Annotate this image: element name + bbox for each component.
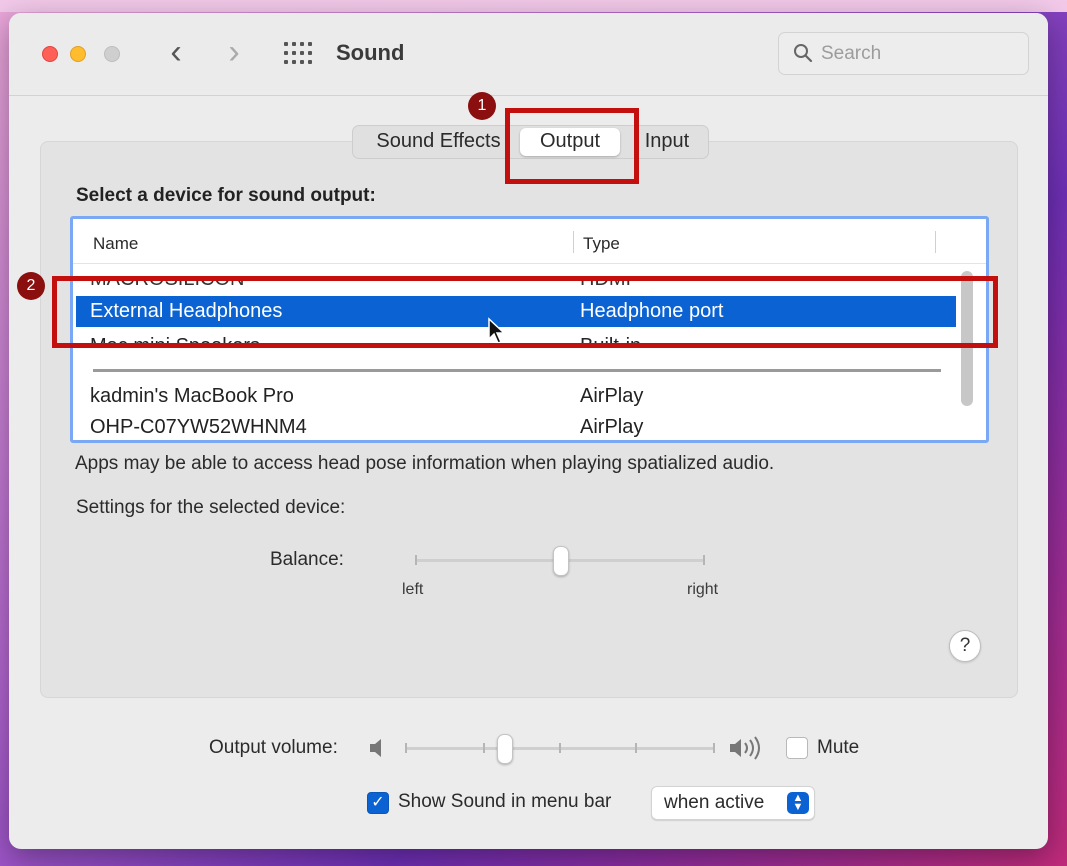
forward-chevron-icon[interactable]: ›: [219, 35, 249, 69]
annotation-box-headphones-row: [52, 276, 998, 348]
slider-tick: [559, 743, 561, 753]
settings-label: Settings for the selected device:: [76, 497, 346, 518]
search-field[interactable]: [778, 32, 1029, 75]
sound-preferences-window: ‹ › Sound Sound Effects Output Input Sel…: [9, 13, 1048, 849]
list-header: Name Type: [73, 219, 986, 264]
slider-tick: [713, 743, 715, 753]
output-heading: Select a device for sound output:: [76, 185, 376, 206]
tab-input[interactable]: Input: [632, 126, 702, 158]
column-separator: [935, 231, 936, 253]
show-in-menu-bar-label: Show Sound in menu bar: [398, 791, 612, 812]
column-name-header[interactable]: Name: [93, 234, 138, 254]
tab-sound-effects[interactable]: Sound Effects: [361, 126, 516, 158]
annotation-badge-1: 1: [468, 92, 496, 120]
search-icon: [794, 44, 813, 63]
help-button[interactable]: ?: [949, 630, 981, 662]
window-title: Sound: [336, 40, 405, 65]
mute-label: Mute: [817, 737, 860, 758]
output-volume-knob[interactable]: [497, 734, 514, 764]
device-name: kadmin's MacBook Pro: [90, 385, 294, 407]
search-input[interactable]: [819, 41, 1023, 67]
slider-tick: [635, 743, 637, 753]
device-row[interactable]: OHP-C07YW52WHNM4 AirPlay: [76, 412, 956, 440]
column-type-header[interactable]: Type: [583, 234, 620, 254]
balance-label: Balance:: [270, 549, 344, 570]
device-type: AirPlay: [580, 416, 644, 438]
balance-right-label: right: [687, 581, 719, 598]
head-pose-note: Apps may be able to access head pose inf…: [75, 453, 775, 474]
menu-bar-visibility-select[interactable]: when active ▲ ▼: [651, 786, 815, 820]
column-separator: [573, 231, 574, 253]
annotation-box-output-tab: [505, 108, 639, 184]
balance-left-label: left: [402, 581, 424, 598]
list-divider: [93, 369, 941, 372]
device-row[interactable]: kadmin's MacBook Pro AirPlay: [76, 381, 956, 412]
slider-tick: [703, 555, 705, 565]
close-button[interactable]: [42, 46, 58, 62]
show-all-grid-icon[interactable]: [284, 42, 312, 64]
desktop-menubar-strip: [0, 0, 1067, 12]
select-value: when active: [664, 792, 765, 813]
title-bar: ‹ › Sound: [9, 13, 1048, 96]
annotation-badge-2: 2: [17, 272, 45, 300]
slider-tick: [405, 743, 407, 753]
balance-slider-knob[interactable]: [553, 546, 569, 576]
speaker-low-icon: [370, 739, 381, 757]
slider-tick: [415, 555, 417, 565]
select-arrows-icon: ▲ ▼: [787, 792, 809, 814]
output-volume-label: Output volume:: [209, 737, 338, 758]
minimize-button[interactable]: [70, 46, 86, 62]
device-type: AirPlay: [580, 385, 644, 407]
slider-tick: [483, 743, 485, 753]
show-in-menu-bar-checkbox[interactable]: ✓: [367, 792, 389, 814]
back-chevron-icon[interactable]: ‹: [161, 35, 191, 69]
speaker-high-icon: [730, 736, 760, 760]
mute-checkbox[interactable]: [786, 737, 808, 759]
zoom-button[interactable]: [104, 46, 120, 62]
device-name: OHP-C07YW52WHNM4: [90, 416, 307, 438]
